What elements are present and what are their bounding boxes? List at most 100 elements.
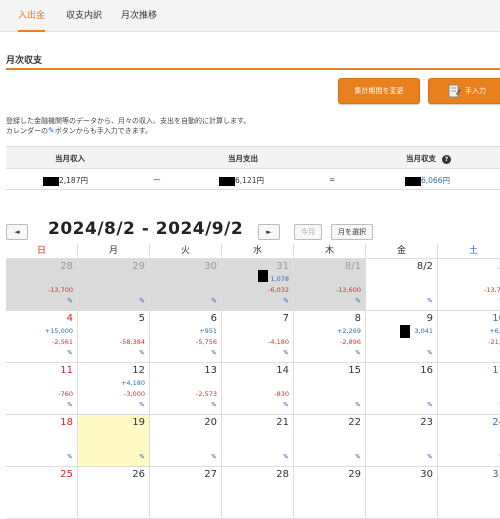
calendar-day-cell[interactable]: 14 -830 ✎ (222, 363, 294, 415)
pencil-icon[interactable]: ✎ (67, 297, 73, 305)
day-number: 18 (60, 417, 73, 428)
calendar-day-cell[interactable]: 25 (6, 467, 78, 519)
redacted-block (258, 270, 268, 282)
calendar-day-cell[interactable]: 8 +2,269 -2,896 ✎ (294, 311, 366, 363)
pencil-icon[interactable]: ✎ (283, 297, 289, 305)
day-income: +6,7 (489, 327, 500, 335)
tab-monthly-trend[interactable]: 月次推移 (121, 0, 157, 32)
calendar-day-cell[interactable]: 31 1,078 -6,032 ✎ (222, 259, 294, 311)
select-month-button[interactable]: 月を選択 (331, 224, 373, 240)
weekday-header: 火 (150, 244, 222, 259)
day-expense: -760 (58, 390, 73, 398)
calendar-day-cell[interactable]: 24✎ (438, 415, 500, 467)
calendar-day-cell[interactable]: 27 (150, 467, 222, 519)
day-number: 23 (420, 417, 433, 428)
pencil-icon[interactable]: ✎ (211, 401, 217, 409)
redacted-block (43, 176, 59, 186)
redacted-block (405, 176, 421, 186)
pencil-icon[interactable]: ✎ (355, 349, 361, 357)
calendar-day-cell[interactable]: 15 ✎ (294, 363, 366, 415)
change-period-button[interactable]: 集計期間を変更 (338, 78, 420, 104)
calendar-day-cell[interactable]: 17✎ (438, 363, 500, 415)
day-expense: -13,70 (484, 286, 500, 294)
calendar-day-cell[interactable]: 6 +951 -5,756 ✎ (150, 311, 222, 363)
income-amount: 2,187円 (59, 176, 88, 185)
pencil-icon[interactable]: ✎ (427, 401, 433, 409)
day-number: 12 (132, 365, 145, 376)
calendar-day-cell[interactable]: 30 (366, 467, 438, 519)
calendar-day-cell[interactable]: 29 ✎ (78, 259, 150, 311)
monthly-summary: 当月収入 当月支出 当月収支? 2,187円 — 6,121円 = 6,066円 (6, 146, 500, 190)
balance-value: 6,066円 (405, 175, 450, 186)
calendar-day-cell[interactable]: 3-13,70✎ (438, 259, 500, 311)
manual-entry-button[interactable]: 手入力 (428, 78, 500, 104)
next-month-button[interactable]: ► (258, 224, 280, 240)
calendar-day-cell[interactable]: 4 +15,000 -2,561 ✎ (6, 311, 78, 363)
pencil-icon[interactable]: ✎ (211, 453, 217, 461)
pencil-icon[interactable]: ✎ (283, 453, 289, 461)
calendar-day-cell[interactable]: 12 +4,180 -3,000 ✎ (78, 363, 150, 415)
day-expense: -5,756 (196, 338, 217, 346)
calendar-day-cell[interactable]: 11 -760 ✎ (6, 363, 78, 415)
pencil-icon[interactable]: ✎ (427, 349, 433, 357)
pencil-icon[interactable]: ✎ (139, 349, 145, 357)
pencil-icon[interactable]: ✎ (211, 349, 217, 357)
calendar-day-cell[interactable]: 20 ✎ (150, 415, 222, 467)
pencil-icon[interactable]: ✎ (139, 401, 145, 409)
day-income: +2,269 (336, 327, 361, 335)
income-header: 当月収入 (55, 154, 85, 163)
balance-amount: 6,066円 (421, 176, 450, 185)
calendar-day-cell[interactable]: 22 ✎ (294, 415, 366, 467)
day-income: 3,041 (414, 327, 433, 335)
pencil-icon[interactable]: ✎ (283, 401, 289, 409)
day-expense: -58,384 (119, 338, 145, 346)
calendar-day-cell[interactable]: 5 -58,384 ✎ (78, 311, 150, 363)
pencil-icon[interactable]: ✎ (355, 297, 361, 305)
help-icon[interactable]: ? (442, 154, 451, 164)
calendar-day-cell[interactable]: 31 (438, 467, 500, 519)
pencil-icon[interactable]: ✎ (427, 297, 433, 305)
calendar-day-cell[interactable]: 28 (222, 467, 294, 519)
day-number: 13 (204, 365, 217, 376)
pencil-icon[interactable]: ✎ (355, 401, 361, 409)
calendar-day-cell[interactable]: 26 (78, 467, 150, 519)
expense-header: 当月支出 (228, 154, 258, 163)
day-number: 31 (492, 469, 500, 480)
pencil-icon[interactable]: ✎ (139, 453, 145, 461)
balance-header: 当月収支? (406, 153, 451, 164)
prev-month-button[interactable]: ◄ (6, 224, 28, 240)
calendar-day-cell[interactable]: 8/2 ✎ (366, 259, 438, 311)
pencil-icon[interactable]: ✎ (139, 297, 145, 305)
this-month-button[interactable]: 今月 (294, 224, 322, 240)
day-expense: -2,573 (196, 390, 217, 398)
calendar-day-cell[interactable]: 7 -4,180 ✎ (222, 311, 294, 363)
day-number: 8 (354, 313, 361, 324)
day-number: 27 (204, 469, 217, 480)
description-line-1: 登録した金融機関等のデータから、月々の収入、支出を自動的に計算します。 (6, 117, 251, 125)
pencil-icon[interactable]: ✎ (211, 297, 217, 305)
pencil-icon[interactable]: ✎ (67, 401, 73, 409)
calendar-day-cell[interactable]: 30 ✎ (150, 259, 222, 311)
calendar-day-cell[interactable]: 18 ✎ (6, 415, 78, 467)
calendar-day-cell[interactable]: 21 ✎ (222, 415, 294, 467)
calendar-day-cell[interactable]: 28 -13,700 ✎ (6, 259, 78, 311)
day-income: 1,078 (270, 275, 289, 283)
calendar-day-cell[interactable]: 8/1 -13,600 ✎ (294, 259, 366, 311)
day-number: 16 (420, 365, 433, 376)
day-number: 22 (348, 417, 361, 428)
pencil-icon[interactable]: ✎ (67, 453, 73, 461)
day-expense: -6,032 (268, 286, 289, 294)
pencil-icon[interactable]: ✎ (427, 453, 433, 461)
tab-breakdown[interactable]: 収支内訳 (66, 0, 102, 32)
pencil-icon[interactable]: ✎ (355, 453, 361, 461)
pencil-icon[interactable]: ✎ (67, 349, 73, 357)
calendar-day-cell[interactable]: 16 ✎ (366, 363, 438, 415)
calendar-day-cell[interactable]: 23 ✎ (366, 415, 438, 467)
calendar-day-cell[interactable]: 10+6,7-21,4✎ (438, 311, 500, 363)
calendar-day-cell[interactable]: 13 -2,573 ✎ (150, 363, 222, 415)
calendar-day-cell[interactable]: 19 ✎ (78, 415, 150, 467)
tab-deposits[interactable]: 入出金 (18, 0, 46, 32)
redacted-block (400, 325, 410, 338)
calendar-day-cell[interactable]: 29 (294, 467, 366, 519)
pencil-icon[interactable]: ✎ (283, 349, 289, 357)
